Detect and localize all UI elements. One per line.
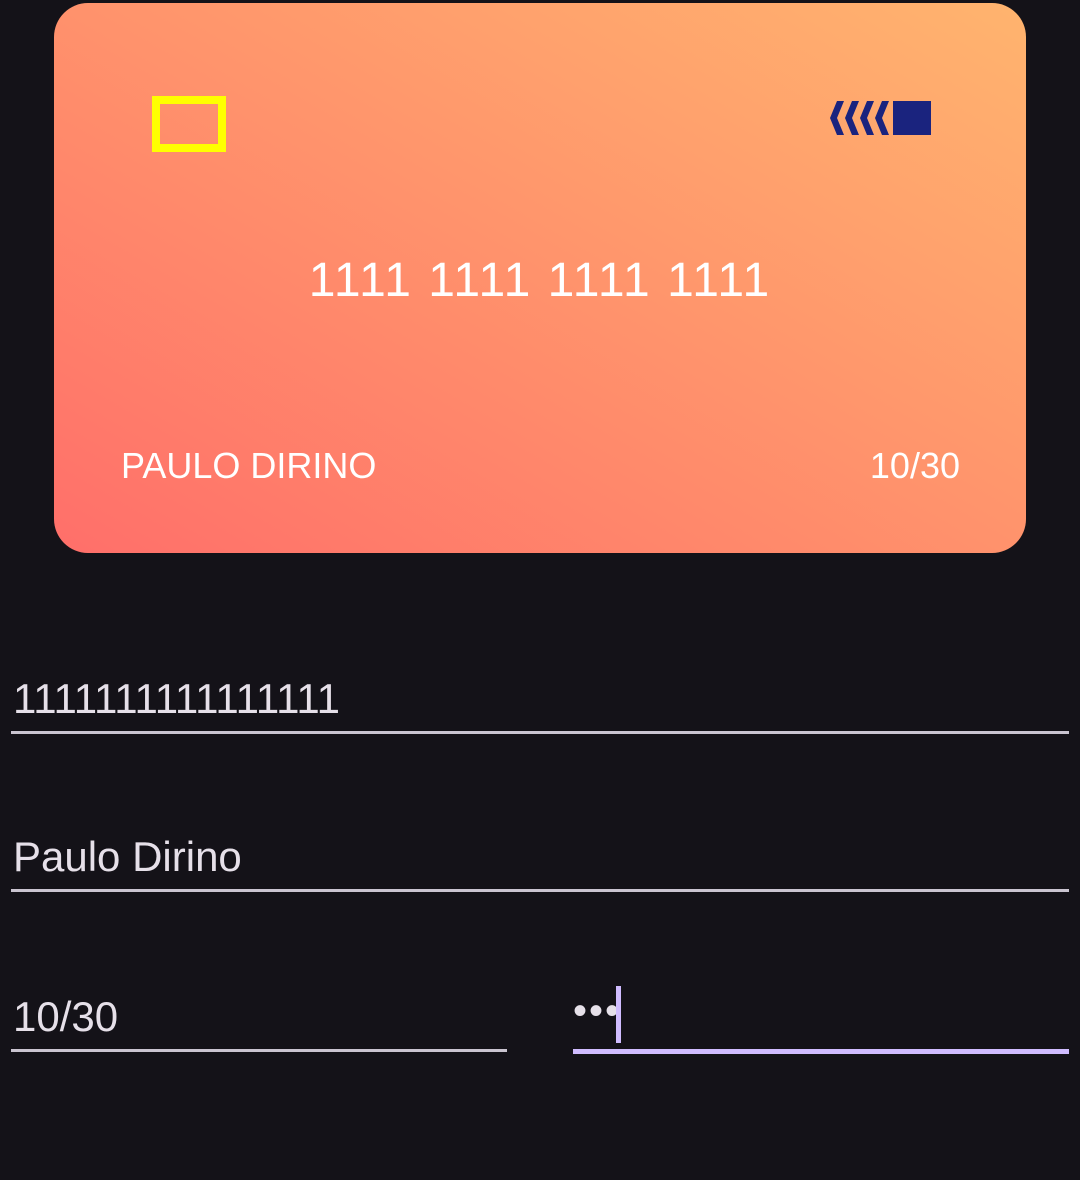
card-form-screen: 1111 1111 1111 1111 PAULO DIRINO 10/30 1… bbox=[0, 0, 1080, 1180]
card-number-display: 1111 1111 1111 1111 bbox=[308, 254, 772, 307]
holder-name-field[interactable]: Paulo Dirino bbox=[11, 818, 1069, 892]
chip-icon bbox=[152, 96, 226, 152]
holder-name-input-value: Paulo Dirino bbox=[13, 833, 242, 880]
cvv-input-value: ••• bbox=[573, 989, 622, 1033]
card-brand-logo-icon bbox=[830, 101, 931, 135]
expiry-input-value: 10/30 bbox=[13, 993, 119, 1040]
card-number-input-value: 1111111111111111 bbox=[13, 675, 340, 722]
cvv-field[interactable]: ••• bbox=[573, 978, 1069, 1054]
card-expiry-display: 10/30 bbox=[869, 445, 960, 486]
expiry-date-field[interactable]: 10/30 bbox=[11, 978, 507, 1052]
card-holder-display: PAULO DIRINO bbox=[121, 445, 377, 486]
text-cursor bbox=[616, 986, 621, 1043]
card-number-field[interactable]: 1111111111111111 bbox=[11, 660, 1069, 734]
credit-card-preview: 1111 1111 1111 1111 PAULO DIRINO 10/30 bbox=[54, 3, 1026, 553]
